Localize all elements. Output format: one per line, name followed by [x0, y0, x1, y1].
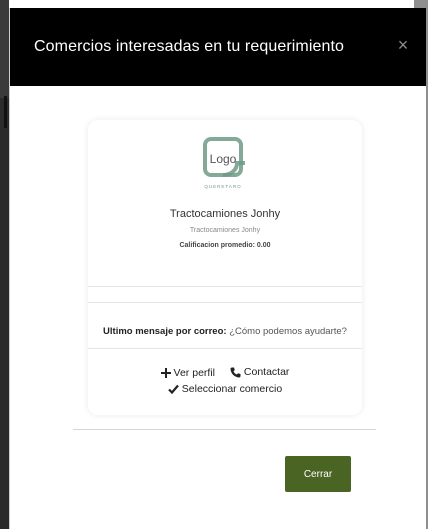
logo-text: Logo	[210, 152, 237, 166]
business-subtitle: Tractocamiones Jonhy	[189, 227, 261, 234]
background-page-panel	[0, 98, 9, 529]
select-business-label: Seleccionar comercio	[181, 383, 283, 395]
interested-businesses-modal: Comercios interesadas en tu requerimient…	[9, 8, 426, 529]
card-actions-row: Ver perfil Contactar	[88, 366, 362, 381]
phone-icon	[230, 367, 241, 377]
view-profile-label: Ver perfil	[173, 366, 215, 379]
contact-label: Contactar	[243, 366, 290, 378]
business-logo: Logo QUERETARO	[193, 137, 253, 193]
check-icon	[168, 384, 179, 394]
select-business-button[interactable]: Seleccionar comercio	[168, 383, 282, 395]
contact-button[interactable]: Contactar	[230, 366, 290, 378]
modal-title: Comercios interesadas en tu requerimient…	[34, 38, 345, 55]
card-actions-row-2: Seleccionar comercio	[88, 383, 362, 397]
view-profile-button[interactable]: Ver perfil	[160, 366, 215, 379]
last-message-value: ¿Cómo podemos ayudarte?	[229, 326, 347, 337]
card-divider-top	[88, 286, 362, 287]
card-divider-mid	[88, 302, 362, 303]
business-card: Logo QUERETARO Tractocamiones Jonhy Trac…	[88, 120, 362, 415]
plus-icon	[160, 367, 171, 378]
last-message-label: Ultimo mensaje por correo:	[103, 326, 227, 337]
modal-header: Comercios interesadas en tu requerimient…	[10, 8, 426, 86]
modal-footer-divider	[73, 429, 376, 430]
business-name: Tractocamiones Jonhy	[169, 208, 281, 220]
card-divider-bottom	[88, 348, 362, 349]
last-message-row: Ultimo mensaje por correo: ¿Cómo podemos…	[88, 326, 362, 337]
logo-caption: QUERETARO	[204, 184, 241, 189]
business-rating: Calificacion promedio: 0.00	[88, 242, 362, 249]
close-button[interactable]: Cerrar	[285, 456, 351, 492]
background-page-mark	[4, 96, 7, 128]
close-icon[interactable]: ×	[392, 34, 414, 56]
rating-label: Calificacion promedio: 0.00	[179, 242, 271, 249]
